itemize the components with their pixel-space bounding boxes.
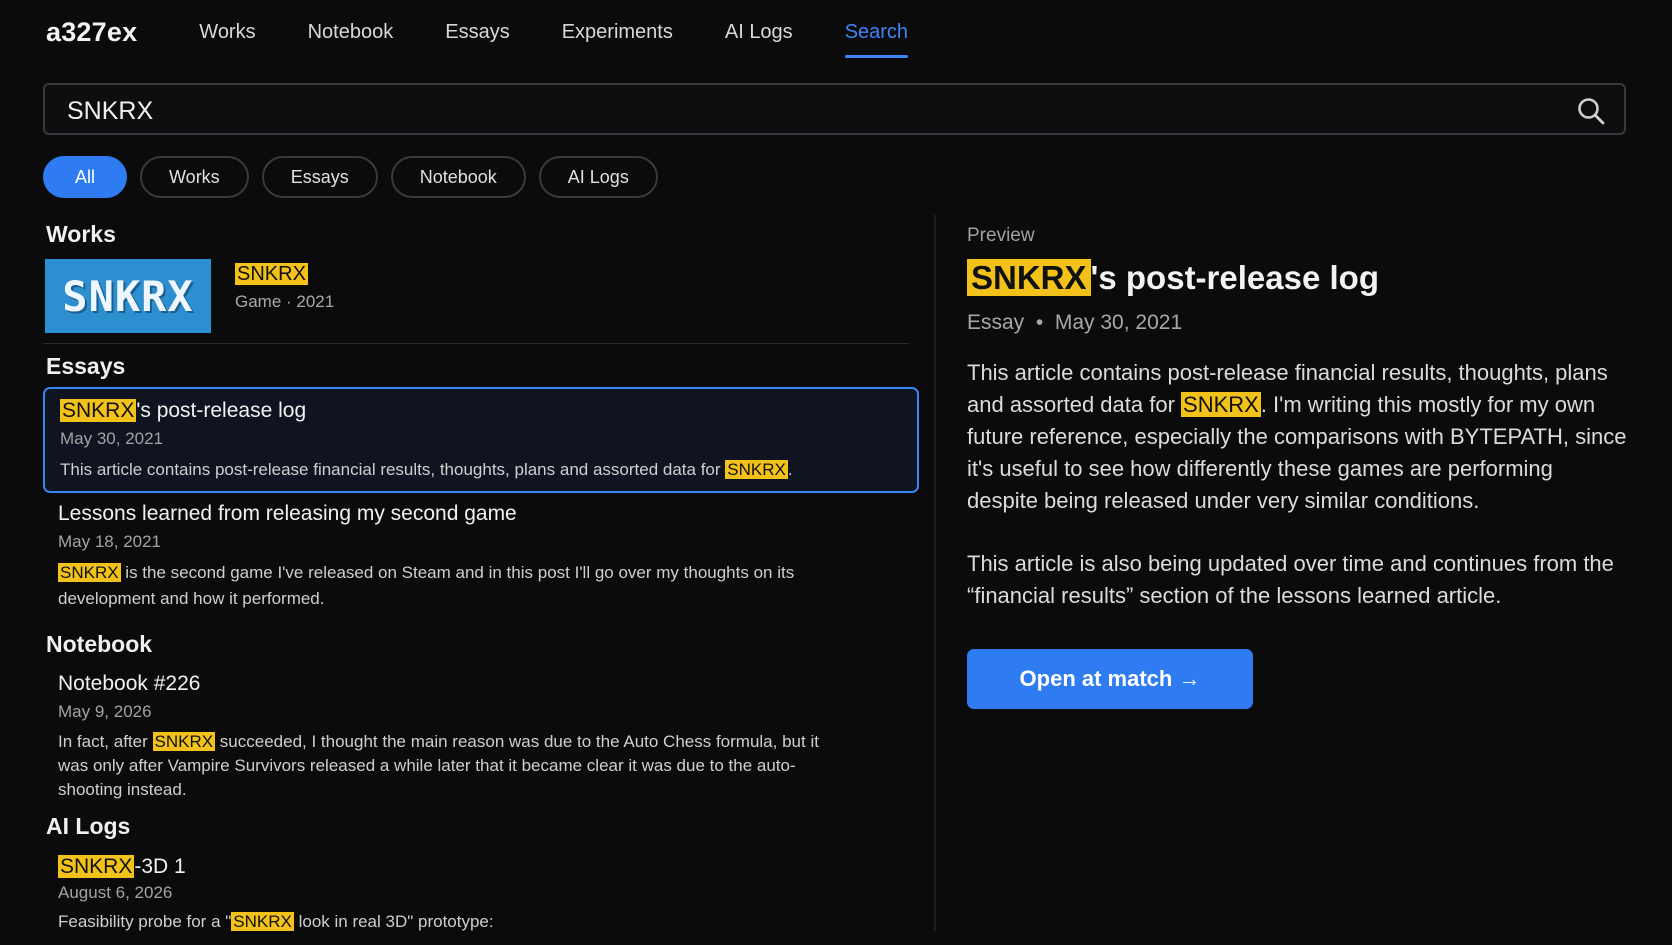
match-highlight: SNKRX — [231, 912, 294, 931]
preview-pane: Preview SNKRX's post-release log Essay •… — [967, 225, 1627, 709]
result-snippet: Feasibility probe for a " SNKRX look in r… — [58, 912, 494, 931]
nav-search[interactable]: Search — [844, 15, 909, 58]
preview-paragraph: This article contains post-release finan… — [967, 360, 1627, 513]
filter-ai-logs[interactable]: AI Logs — [538, 156, 658, 198]
match-highlight: SNKRX — [58, 563, 121, 582]
section-notebook-title: Notebook — [46, 631, 153, 657]
match-highlight: SNKRX — [60, 399, 137, 422]
preview-paragraph: This article is also being updated over … — [967, 551, 1614, 608]
work-thumbnail-logo: SNKRX — [62, 271, 194, 321]
essay-result[interactable]: Lessons learned from releasing my second… — [43, 492, 919, 622]
result-title: SNKRX-3D 1 — [58, 855, 186, 878]
result-title: Lessons learned from releasing my second… — [58, 502, 517, 525]
result-date: May 30, 2021 — [60, 429, 164, 448]
filter-notebook[interactable]: Notebook — [390, 156, 526, 198]
search-input[interactable] — [65, 93, 1549, 129]
match-highlight: SNKRX — [967, 259, 1091, 296]
result-snippet: In fact, after SNKRX succeeded, I though… — [58, 732, 819, 799]
ailog-result[interactable]: SNKRX-3D 1 August 6, 2026 Feasibility pr… — [43, 845, 919, 945]
search-icon[interactable] — [1576, 96, 1606, 126]
result-date: May 9, 2026 — [58, 702, 152, 721]
section-ailogs-title: AI Logs — [46, 813, 131, 839]
nav-experiments[interactable]: Experiments — [562, 15, 673, 50]
notebook-result[interactable]: Notebook #226 May 9, 2026 In fact, after… — [43, 662, 919, 812]
filter-all[interactable]: All — [43, 156, 128, 198]
result-title: Notebook #226 — [58, 672, 201, 695]
column-divider — [934, 215, 936, 931]
match-highlight: SNKRX — [152, 732, 216, 751]
preview-title: SNKRX's post-release log — [967, 259, 1627, 297]
filter-chips: All Works Essays Notebook AI Logs — [43, 156, 671, 198]
match-highlight: SNKRX — [58, 855, 135, 878]
work-title[interactable]: SNKRX — [235, 263, 308, 286]
nav-essays[interactable]: Essays — [445, 15, 509, 50]
search-box — [43, 83, 1626, 135]
nav-ai-logs[interactable]: AI Logs — [725, 15, 793, 50]
section-divider — [43, 343, 909, 344]
open-at-match-button[interactable]: Open at match → — [967, 649, 1253, 709]
essay-result-selected[interactable]: SNKRX's post-release log May 30, 2021 Th… — [43, 387, 919, 493]
top-nav: a327ex Works Notebook Essays Experiments… — [46, 0, 960, 64]
result-title: SNKRX's post-release log — [60, 399, 307, 422]
section-works-title: Works — [46, 221, 116, 247]
result-date: August 6, 2026 — [58, 883, 173, 902]
match-highlight: SNKRX — [725, 460, 788, 479]
preview-body: This article contains post-release finan… — [967, 357, 1627, 612]
nav-works[interactable]: Works — [199, 15, 255, 50]
match-highlight: SNKRX — [235, 263, 308, 285]
preview-meta: Essay • May 30, 2021 — [967, 311, 1183, 334]
result-snippet: This article contains post-release finan… — [60, 460, 793, 479]
site-brand[interactable]: a327ex — [46, 17, 137, 48]
result-snippet: SNKRX is the second game I've released o… — [58, 563, 795, 608]
match-highlight: SNKRX — [1181, 392, 1261, 417]
work-meta: Game · 2021 — [235, 292, 335, 311]
section-essays-title: Essays — [46, 353, 126, 379]
preview-label: Preview — [967, 225, 1035, 246]
nav-notebook[interactable]: Notebook — [308, 15, 394, 50]
result-date: May 18, 2021 — [58, 532, 162, 551]
filter-essays[interactable]: Essays — [261, 156, 378, 198]
work-thumbnail[interactable]: SNKRX — [45, 259, 211, 333]
filter-works[interactable]: Works — [140, 156, 249, 198]
